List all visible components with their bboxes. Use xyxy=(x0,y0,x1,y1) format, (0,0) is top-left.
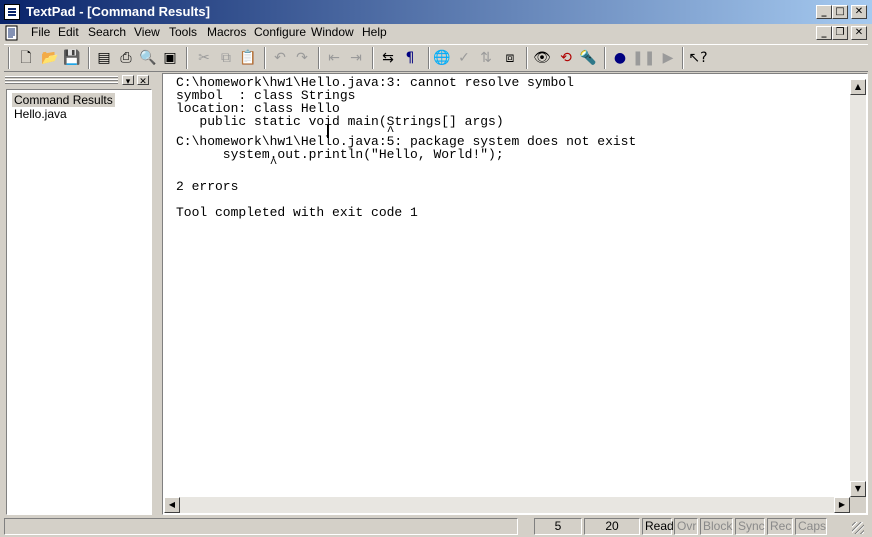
status-sync[interactable]: Sync xyxy=(735,518,765,535)
menu-edit[interactable]: Edit xyxy=(58,25,79,39)
toolbar: 🗋 📂 💾 ▤ ⎙ 🔍 ▣ ✂ ⧉ 📋 ↶ ↷ ⇤ ⇥ ⇆ ¶ 🌐 ✓ ⇅ ⧈ … xyxy=(4,44,868,72)
sort-icon[interactable]: ⇅ xyxy=(476,48,496,68)
mdi-restore-icon[interactable]: ❐ xyxy=(832,26,848,40)
close-icon[interactable]: ✕ xyxy=(851,5,867,19)
status-read[interactable]: Read xyxy=(642,518,674,535)
menu-bar: File Edit Search View Tools Macros Confi… xyxy=(0,24,872,42)
open-folder-icon[interactable]: 📂 xyxy=(40,48,60,68)
paste-icon[interactable]: 📋 xyxy=(238,48,258,68)
command-output-text: C:\homework\hw1\Hello.java:3: cannot res… xyxy=(176,76,636,219)
compare-icon[interactable]: ⧈ xyxy=(500,48,520,68)
increase-indent-icon[interactable]: ⇥ xyxy=(346,48,366,68)
cut-icon[interactable]: ✂ xyxy=(194,48,214,68)
status-line: 5 xyxy=(534,518,582,535)
scroll-right-icon[interactable]: ▶ xyxy=(834,497,850,513)
document-item-hello-java[interactable]: Hello.java xyxy=(12,107,69,121)
decrease-indent-icon[interactable]: ⇤ xyxy=(324,48,344,68)
status-caps[interactable]: Caps xyxy=(795,518,827,535)
replace-icon[interactable]: ⟲ xyxy=(556,48,576,68)
output-line: Tool completed with exit code 1 xyxy=(176,205,418,220)
status-bar: 5 20 Read Ovr Block Sync Rec Caps xyxy=(0,516,872,537)
document-selector: Command Results Hello.java xyxy=(6,89,152,515)
menu-help[interactable]: Help xyxy=(362,25,387,39)
output-line: 2 errors xyxy=(176,179,239,194)
status-message xyxy=(4,518,518,535)
pause-macro-icon[interactable]: ❚❚ xyxy=(632,48,655,68)
menu-file[interactable]: File xyxy=(31,25,50,39)
menu-search[interactable]: Search xyxy=(88,25,126,39)
save-icon[interactable]: 💾 xyxy=(62,48,82,68)
document-icon[interactable] xyxy=(4,25,20,41)
document-item-command-results[interactable]: Command Results xyxy=(12,93,115,107)
textpad-app-icon[interactable] xyxy=(4,4,20,20)
play-macro-icon[interactable]: ▶ xyxy=(658,48,678,68)
manage-files-icon[interactable]: ▤ xyxy=(94,48,114,68)
mdi-minimize-icon[interactable]: _ xyxy=(816,26,832,40)
status-ovr[interactable]: Ovr xyxy=(674,518,698,535)
horizontal-scrollbar[interactable]: ◀ ▶ xyxy=(164,497,850,513)
text-caret xyxy=(327,125,329,138)
menu-window[interactable]: Window xyxy=(311,25,354,39)
output-editor[interactable]: C:\homework\hw1\Hello.java:3: cannot res… xyxy=(162,73,868,515)
globe-icon[interactable]: 🌐 xyxy=(432,48,452,68)
spell-check-icon[interactable]: ✓ xyxy=(454,48,474,68)
text-window-icon[interactable]: ▣ xyxy=(160,48,180,68)
undo-icon[interactable]: ↶ xyxy=(270,48,290,68)
title-bar[interactable]: TextPad - [Command Results] _ □ ✕ xyxy=(0,0,872,24)
find-icon[interactable]: 👁 xyxy=(532,48,552,68)
copy-icon[interactable]: ⧉ xyxy=(216,48,236,68)
minimize-icon[interactable]: _ xyxy=(816,5,832,19)
status-block[interactable]: Block xyxy=(700,518,733,535)
print-preview-icon[interactable]: 🔍 xyxy=(138,48,158,68)
pane-dock-icon[interactable]: ▾ xyxy=(122,75,134,86)
mdi-close-icon[interactable]: ✕ xyxy=(851,26,867,40)
context-help-icon[interactable]: ↖? xyxy=(688,48,708,68)
menu-tools[interactable]: Tools xyxy=(169,25,197,39)
find-in-files-icon[interactable]: 🔦 xyxy=(578,48,598,68)
menu-configure[interactable]: Configure xyxy=(254,25,306,39)
status-column: 20 xyxy=(584,518,640,535)
maximize-icon[interactable]: □ xyxy=(832,5,848,19)
scroll-left-icon[interactable]: ◀ xyxy=(164,497,180,513)
word-wrap-icon[interactable]: ⇆ xyxy=(378,48,398,68)
new-file-icon[interactable]: 🗋 xyxy=(16,48,36,68)
menu-view[interactable]: View xyxy=(134,25,160,39)
scrollbar-corner xyxy=(850,497,866,513)
print-icon[interactable]: ⎙ xyxy=(116,48,136,68)
menu-macros[interactable]: Macros xyxy=(207,25,246,39)
record-macro-icon[interactable]: ● xyxy=(610,48,630,68)
vertical-scrollbar[interactable]: ▲ ▼ xyxy=(850,79,866,497)
pane-grip[interactable] xyxy=(5,76,118,84)
scroll-down-icon[interactable]: ▼ xyxy=(850,481,866,497)
redo-icon[interactable]: ↷ xyxy=(292,48,312,68)
pilcrow-icon[interactable]: ¶ xyxy=(400,48,420,68)
status-rec[interactable]: Rec xyxy=(767,518,793,535)
scroll-up-icon[interactable]: ▲ xyxy=(850,79,866,95)
pane-close-icon[interactable]: ✕ xyxy=(137,75,149,86)
resize-grip-icon[interactable] xyxy=(852,522,864,534)
window-title: TextPad - [Command Results] xyxy=(26,4,210,19)
